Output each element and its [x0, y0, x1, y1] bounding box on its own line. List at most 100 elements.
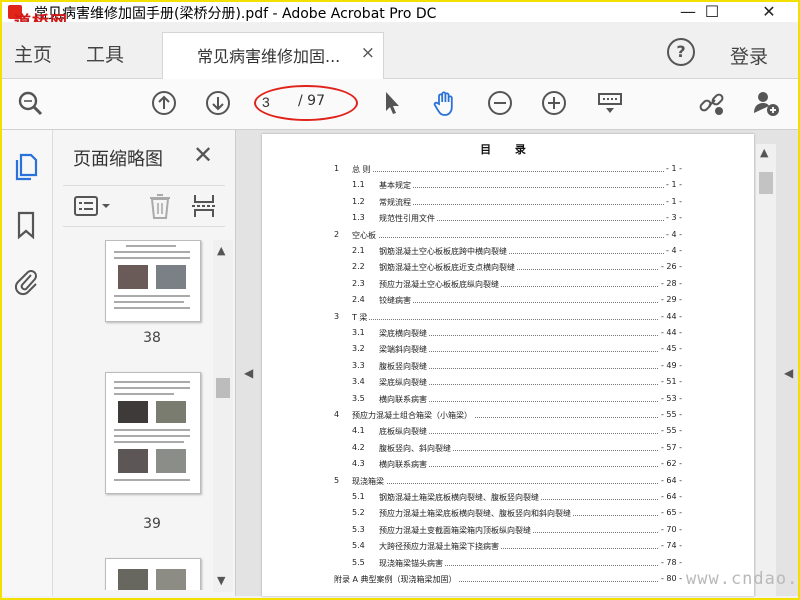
select-cursor-icon[interactable]	[378, 89, 406, 117]
delete-page-icon[interactable]	[147, 192, 173, 220]
expand-right-panel-icon[interactable]: ◀	[784, 366, 793, 380]
toc-entry-page: - 78 -	[658, 557, 682, 567]
toc-entry-number: 5	[334, 475, 340, 485]
tab-tools[interactable]: 工具	[86, 40, 124, 67]
toc-entry-title: 钢筋混凝土箱梁底板横向裂缝、腹板竖向裂缝	[379, 492, 541, 503]
tab-home[interactable]: 主页	[14, 40, 52, 67]
toc-entry[interactable]: 3 T 梁 - 44 -	[262, 311, 754, 326]
toc-entry[interactable]: 4.1 底板纵向裂缝 - 55 -	[262, 426, 754, 440]
toc-entry-number: 2	[334, 229, 340, 239]
doc-scroll-up-icon[interactable]: ▲	[760, 146, 768, 159]
thumbnail-scrollbar[interactable]: ▲ ▼	[213, 240, 233, 592]
doc-scrollbar-thumb[interactable]	[759, 172, 773, 194]
previous-page-icon[interactable]	[150, 89, 178, 117]
toc-entry-page: - 64 -	[658, 475, 682, 485]
zoom-out-icon[interactable]	[486, 89, 514, 117]
page-thumbnail-40[interactable]	[105, 558, 201, 590]
toc-entry[interactable]: 1.3 规范性引用文件 - 3 -	[262, 213, 754, 227]
tab-close-icon[interactable]: ×	[361, 43, 375, 63]
keyboard-tool-icon[interactable]	[596, 89, 624, 117]
tab-document[interactable]: 常见病害维修加固... ×	[162, 32, 384, 79]
toc-entry-title: T 梁	[352, 311, 370, 323]
toc-entry-page: - 65 -	[658, 508, 682, 518]
toc-entry-page: - 57 -	[658, 442, 682, 452]
toc-entry-number: 3.1	[352, 328, 365, 337]
toc-entry[interactable]: 4 预应力混凝土组合箱梁（小箱梁） - 55 -	[262, 410, 754, 424]
toc-leader-dots	[352, 171, 680, 172]
toc-entry[interactable]: 3.2 梁端斜向裂缝 - 45 -	[262, 344, 754, 358]
toc-entry[interactable]: 5 现浇箱梁 - 64 -	[262, 475, 754, 490]
toc-entry-title: 预应力混凝土空心板板底纵向裂缝	[379, 278, 501, 290]
collapse-left-panel-icon[interactable]: ◀	[244, 366, 253, 380]
toc-entry[interactable]: 2.2 钢筋混凝土空心板板底近支点横向裂缝 - 26 -	[262, 262, 754, 276]
toc-entry-page: - 29 -	[658, 295, 682, 305]
next-page-icon[interactable]	[204, 89, 232, 117]
toc-entry-number: 3.3	[352, 360, 365, 370]
share-link-icon[interactable]	[698, 89, 726, 117]
toc-entry[interactable]: 1.1 基本规定 - 1 -	[262, 180, 754, 194]
page-thumbnails-icon[interactable]	[12, 152, 40, 182]
document-scrollbar[interactable]: ▲	[756, 144, 776, 596]
toc-entry[interactable]: 2.4 铰缝病害 - 29 -	[262, 295, 754, 309]
toc-entry[interactable]: 3.5 横向联系病害 - 53 -	[262, 393, 754, 408]
scroll-down-icon[interactable]: ▼	[217, 574, 225, 587]
toc-entry[interactable]: 4.2 腹板竖向、斜向裂缝 - 57 -	[262, 442, 754, 457]
toc-entry[interactable]: 5.1 钢筋混凝土箱梁底板横向裂缝、腹板竖向裂缝 - 64 -	[262, 492, 754, 506]
toc-entry[interactable]: 5.5 现浇箱梁锚头病害 - 78 -	[262, 557, 754, 572]
toc-entry[interactable]: 2.3 预应力混凝土空心板板底纵向裂缝 - 28 -	[262, 278, 754, 293]
zoom-in-icon[interactable]	[540, 89, 568, 117]
toc-leader-dots	[379, 203, 680, 205]
toc-entry[interactable]: 5.2 预应力混凝土箱梁底板横向裂缝、腹板竖向和斜向裂缝 - 65 -	[262, 508, 754, 522]
toc-entry-number: 4	[334, 410, 340, 419]
toc-entry[interactable]: 1.2 常规流程 - 1 -	[262, 196, 754, 211]
toc-entry[interactable]: 4.3 横向联系病害 - 62 -	[262, 459, 754, 473]
left-rail	[2, 130, 53, 596]
toc-entry-title: 现浇箱梁锚头病害	[379, 557, 445, 569]
toc-entry[interactable]: 2.1 钢筋混凝土空心板板底跨中横向裂缝 - 4 -	[262, 246, 754, 260]
panel-close-icon[interactable]: ✕	[193, 141, 213, 169]
attachments-icon[interactable]	[12, 266, 40, 296]
toc-entry-page: - 80 -	[658, 574, 682, 583]
toc-entry[interactable]: 1 总 则 - 1 -	[262, 164, 754, 178]
toc-entry-number: 4.1	[352, 426, 365, 436]
thumbnail-options-icon[interactable]	[73, 194, 113, 218]
toc-entry[interactable]: 2 空心板 - 4 -	[262, 229, 754, 244]
toc-entry-page: - 45 -	[658, 344, 682, 354]
hand-tool-icon[interactable]	[431, 89, 459, 117]
add-user-icon[interactable]	[752, 89, 780, 117]
zoom-search-icon[interactable]	[16, 89, 44, 117]
page-thumbnail-39[interactable]	[105, 372, 201, 494]
window-title: 常见病害维修加固手册(梁桥分册).pdf - Adobe Acrobat Pro…	[34, 6, 437, 22]
toc-entry-number: 2.4	[352, 295, 365, 305]
bookmarks-icon[interactable]	[12, 210, 40, 240]
toc-entry[interactable]: 5.3 预应力混凝土变截面箱梁箱内顶板纵向裂缝 - 70 -	[262, 524, 754, 539]
toc-entry-title: 预应力混凝土变截面箱梁箱内顶板纵向裂缝	[379, 524, 533, 536]
close-window-button[interactable]: ✕	[747, 2, 791, 22]
toc-entry-number: 5.3	[352, 524, 365, 534]
tab-bar: 主页 工具 常见病害维修加固... × ? 登录	[2, 22, 798, 79]
toc-entry[interactable]: 附录 A 典型案例（现浇箱梁加固） - 80 -	[262, 574, 754, 588]
help-icon[interactable]: ?	[667, 38, 695, 66]
toc-entry-number: 4.2	[352, 442, 365, 452]
toc-entry-page: - 64 -	[658, 492, 682, 501]
toc-leader-dots	[352, 482, 680, 484]
toc-entry[interactable]: 3.1 梁底横向裂缝 - 44 -	[262, 328, 754, 342]
toc-entry[interactable]: 3.4 梁底纵向裂缝 - 51 -	[262, 377, 754, 391]
toc-entry[interactable]: 5.4 大跨径预应力混凝土箱梁下挠病害 - 74 -	[262, 541, 754, 555]
toc-leader-dots	[352, 236, 680, 238]
toc-entry-number: 1.1	[352, 180, 365, 190]
scroll-up-icon[interactable]: ▲	[217, 244, 225, 257]
toc-entry-number: 3.2	[352, 344, 365, 354]
maximize-button[interactable]: ☐	[690, 2, 734, 22]
login-button[interactable]: 登录	[730, 42, 768, 69]
toc-entry-number: 3	[334, 311, 340, 321]
toc-entry-title: 钢筋混凝土空心板板底跨中横向裂缝	[379, 246, 509, 257]
toc-entry-title: 总 则	[352, 164, 373, 175]
toc-entry-page: - 26 -	[658, 262, 682, 272]
page-thumbnail-38[interactable]	[105, 240, 201, 322]
scrollbar-thumb[interactable]	[216, 378, 230, 398]
split-page-icon[interactable]	[191, 192, 217, 220]
toc-entry-number: 5.5	[352, 557, 365, 567]
toc-entry[interactable]: 3.3 腹板竖向裂缝 - 49 -	[262, 360, 754, 375]
toc-entry-title: 空心板	[352, 229, 378, 241]
